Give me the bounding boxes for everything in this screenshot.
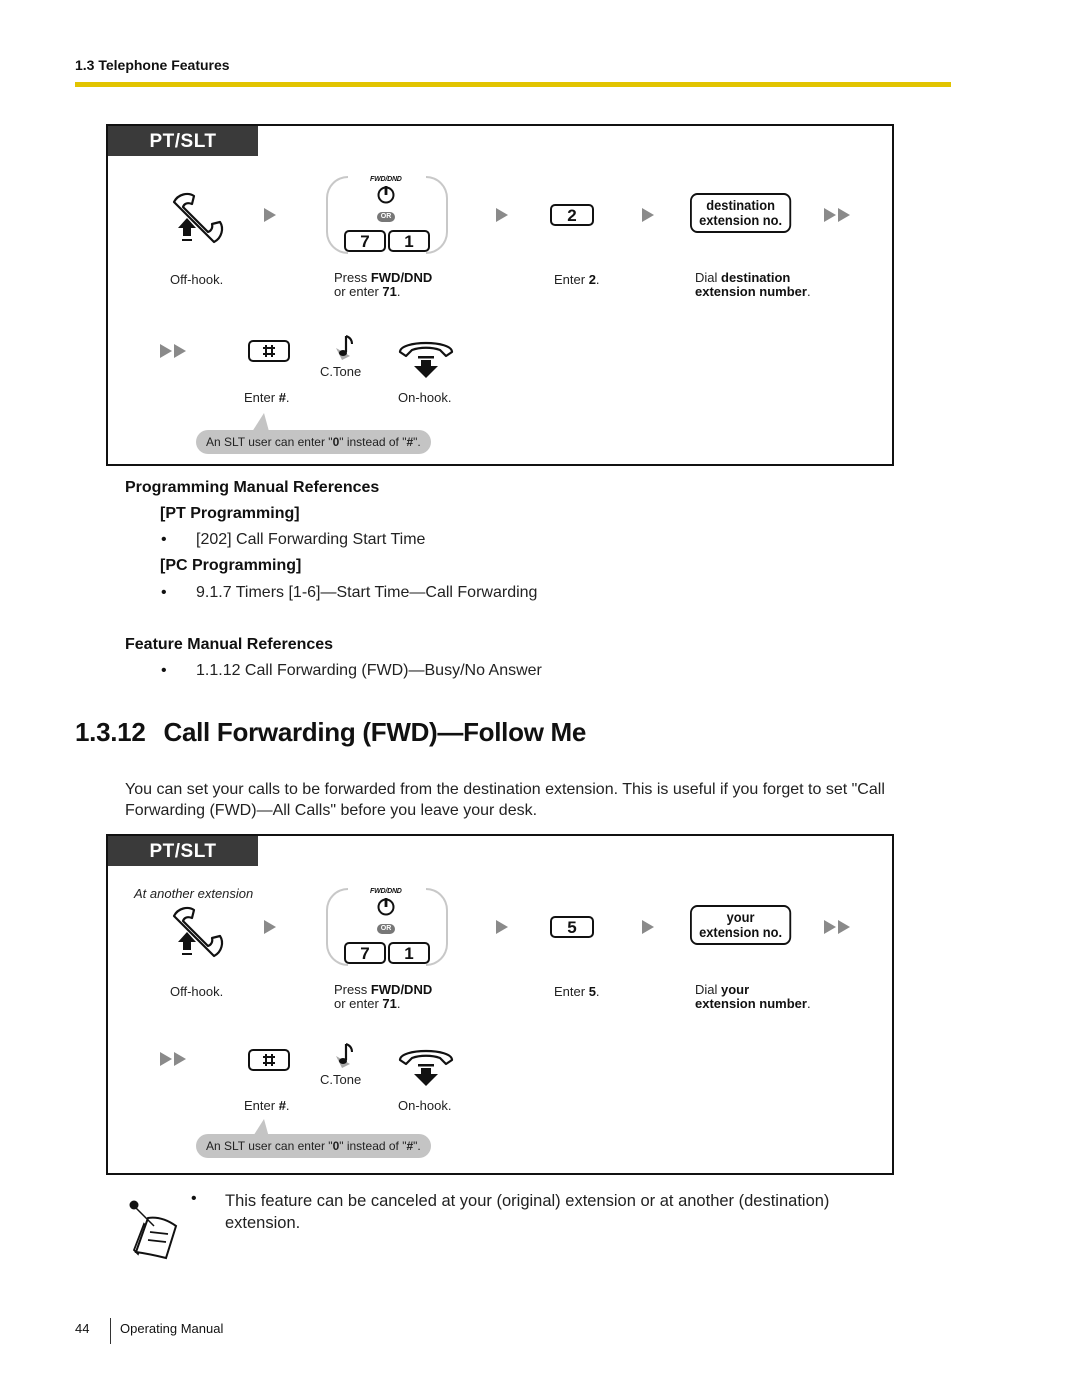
key-1[interactable]: 1 [388,230,430,252]
note-memo-icon [129,1200,178,1260]
section-header: 1.3 Telephone Features [75,57,230,73]
procedure-tab: PT/SLT [108,126,258,156]
bullet: • [161,662,167,679]
slt-hint: An SLT user can enter "0" instead of "#"… [196,430,431,454]
pt-programming-heading: [PT Programming] [160,505,300,522]
footer-label: Operating Manual [120,1321,224,1336]
off-hook-icon [172,192,224,244]
arrow-icon [642,920,654,934]
key-7[interactable]: 7 [344,942,386,964]
section-title-text: Call Forwarding (FWD)—Follow Me [163,717,587,747]
bullet: • [191,1190,197,1207]
key-hash[interactable] [248,340,290,362]
caption-enter-hash: Enter #. [244,390,290,405]
section-intro: You can set your calls to be forwarded f… [125,781,885,819]
note-text: This feature can be canceled at your (or… [225,1192,830,1232]
confirmation-tone-icon [336,1043,353,1068]
continue-arrow-icon [160,344,190,358]
caption-dial-ext: Dial destination extension number. [695,270,811,299]
caption-on-hook: On-hook. [398,390,452,405]
pc-programming-heading: [PC Programming] [160,557,302,574]
caption-off-hook: Off-hook. [170,272,224,287]
feature-reference-link[interactable]: 1.1.12 Call Forwarding (FWD)—Busy/No Ans… [196,662,542,680]
header-rule [75,82,951,87]
hash-icon [263,1054,275,1066]
caption-enter-digit: Enter 2. [554,272,600,287]
caption-dial-ext: Dial your extension number. [695,982,811,1011]
caption-off-hook: Off-hook. [170,984,224,999]
pc-reference-link[interactable]: 9.1.7 Timers [1-6]—Start Time—Call Forwa… [196,584,537,602]
section-number: 1.3.12 [75,717,146,747]
ext-box-line2: extension no. [699,212,783,228]
hash-icon [263,345,275,357]
arrow-icon [264,208,276,222]
procedure-box-2: PT/SLT At another extension FWD/DND OR 7… [106,834,894,1175]
destination-extension-box[interactable]: destination extension no. [690,193,792,233]
continue-arrow-icon [160,1052,190,1066]
arrow-icon [642,208,654,222]
confirmation-tone-icon [336,335,353,360]
pt-reference-link[interactable]: [202] Call Forwarding Start Time [196,531,425,549]
ext-box-line2: extension no. [699,924,783,940]
caption-press-fwd: Press FWD/DND or enter 71. [334,270,433,299]
key-hash[interactable] [248,1049,290,1071]
off-hook-icon [172,906,224,958]
location-note: At another extension [134,886,254,901]
key-digit[interactable]: 5 [550,916,594,938]
your-extension-box[interactable]: your extension no. [690,905,792,945]
procedure-tab: PT/SLT [108,836,258,866]
footer-divider [110,1318,111,1344]
caption-enter-digit: Enter 5. [554,984,600,999]
fwd-dnd-label: FWD/DND [370,888,402,895]
continue-arrow-icon [824,920,854,934]
feature-references-heading: Feature Manual References [125,636,334,653]
or-badge: OR [377,212,395,222]
caption-press-fwd: Press FWD/DND or enter 71. [334,982,433,1011]
caption-enter-hash: Enter #. [244,1098,290,1113]
slt-hint: An SLT user can enter "0" instead of "#"… [196,1134,431,1158]
ext-box-line1: your [726,909,755,925]
programming-references-heading: Programming Manual References [125,479,380,496]
bullet: • [161,584,167,601]
bullet: • [161,531,167,548]
fwd-dnd-label: FWD/DND [370,176,402,183]
key-7[interactable]: 7 [344,230,386,252]
page-number: 44 [75,1321,90,1336]
or-badge: OR [377,924,395,934]
procedure-box-1: PT/SLT FWD/DND OR 7 1 2 destination exte… [106,124,894,466]
fwd-dnd-button-icon[interactable] [376,896,396,916]
fwd-dnd-button-icon[interactable] [376,184,396,204]
arrow-icon [496,920,508,934]
on-hook-icon [398,1050,454,1086]
on-hook-icon [398,342,454,378]
ext-box-line1: destination [706,197,775,213]
caption-ctone: C.Tone [320,364,362,379]
key-1[interactable]: 1 [388,942,430,964]
caption-ctone: C.Tone [320,1072,362,1087]
arrow-icon [496,208,508,222]
arrow-icon [264,920,276,934]
caption-on-hook: On-hook. [398,1098,452,1113]
continue-arrow-icon [824,208,854,222]
key-digit[interactable]: 2 [550,204,594,226]
section-title: 1.3.12 Call Forwarding (FWD)—Follow Me [75,717,586,748]
